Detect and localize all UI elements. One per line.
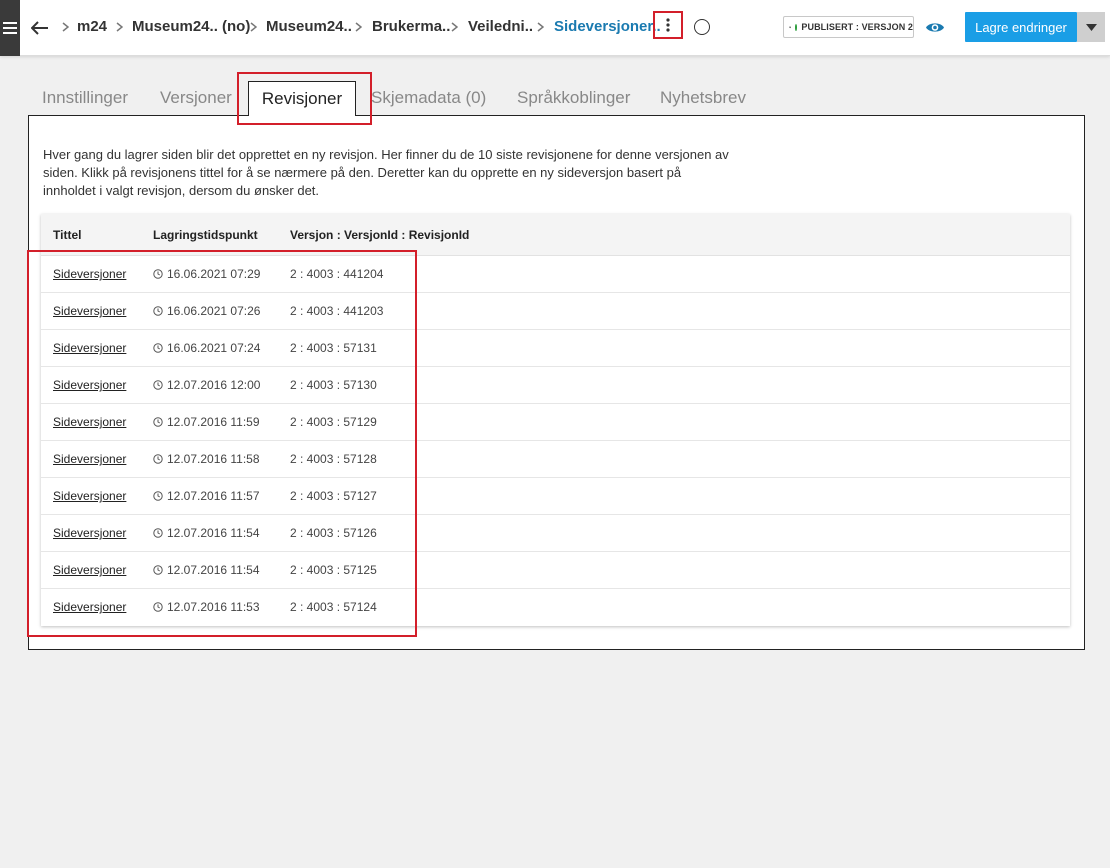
- caret-down-icon: [1085, 23, 1097, 31]
- table-row: Sideversjoner 16.06.2021 07:29 2 : 4003 : …: [41, 256, 1070, 293]
- tab-nyhetsbrev[interactable]: Nyhetsbrev: [660, 88, 746, 108]
- chevron-right-icon: [449, 19, 459, 35]
- revision-time: 12.07.2016 11:59: [153, 415, 260, 429]
- revision-time: 12.07.2016 11:58: [153, 452, 260, 466]
- revision-time: 16.06.2021 07:26: [153, 304, 260, 318]
- table-row: Sideversjoner 12.07.2016 11:59 2 : 4003 : …: [41, 404, 1070, 441]
- revision-version-id: 2 : 4003 : 57130: [290, 378, 377, 392]
- clock-icon: [153, 380, 163, 390]
- revision-version-id: 2 : 4003 : 57126: [290, 526, 377, 540]
- table-row: Sideversjoner 12.07.2016 12:00 2 : 4003 : …: [41, 367, 1070, 404]
- revision-title-link[interactable]: Sideversjoner: [53, 563, 126, 577]
- revision-time-value: 12.07.2016 11:58: [167, 452, 260, 466]
- save-options-dropdown-button[interactable]: [1077, 12, 1105, 42]
- revision-time-value: 16.06.2021 07:24: [167, 341, 261, 355]
- chevron-right-icon: [60, 19, 70, 35]
- eye-preview-icon[interactable]: [922, 16, 948, 38]
- clock-icon: [153, 602, 163, 612]
- clock-icon: [153, 269, 163, 279]
- top-bar: m24 Museum24.. (no) Museum24.. Brukerma.…: [0, 0, 1110, 56]
- revision-time-value: 16.06.2021 07:26: [167, 304, 261, 318]
- publish-status-label: PUBLISERT : VERSJON 2: [801, 22, 913, 32]
- revision-time: 12.07.2016 11:54: [153, 526, 260, 540]
- table-row: Sideversjoner 12.07.2016 11:54 2 : 4003 : …: [41, 515, 1070, 552]
- revision-version-id: 2 : 4003 : 57127: [290, 489, 377, 503]
- revisions-table: Tittel Lagringstidspunkt Versjon : Versj…: [41, 214, 1070, 626]
- revision-time-value: 12.07.2016 11:59: [167, 415, 260, 429]
- revision-version-id: 2 : 4003 : 57124: [290, 600, 377, 614]
- table-row: Sideversjoner 12.07.2016 11:54 2 : 4003 : …: [41, 552, 1070, 589]
- revision-title-link[interactable]: Sideversjoner: [53, 378, 126, 392]
- chevron-right-icon: [114, 19, 124, 35]
- chevron-right-icon: [535, 19, 545, 35]
- revision-time: 12.07.2016 12:00: [153, 378, 260, 392]
- clock-icon: [153, 417, 163, 427]
- revision-time-value: 12.07.2016 11:54: [167, 526, 260, 540]
- revision-version-id: 2 : 4003 : 57128: [290, 452, 377, 466]
- breadcrumb-item[interactable]: Museum24.. (no): [132, 18, 250, 36]
- clock-icon: [153, 491, 163, 501]
- revision-version-id: 2 : 4003 : 57125: [290, 563, 377, 577]
- tab-sprakkoblinger[interactable]: Språkkoblinger: [517, 88, 630, 108]
- save-changes-button[interactable]: Lagre endringer: [965, 12, 1077, 42]
- table-row: Sideversjoner 12.07.2016 11:57 2 : 4003 : …: [41, 478, 1070, 515]
- revision-title-link[interactable]: Sideversjoner: [53, 526, 126, 540]
- intro-text: Hver gang du lagrer siden blir det oppre…: [43, 147, 729, 198]
- clock-icon: [153, 306, 163, 316]
- column-header-version: Versjon : VersjonId : RevisjonId: [290, 228, 470, 242]
- chevron-right-icon: [353, 19, 363, 35]
- revision-version-id: 2 : 4003 : 441203: [290, 304, 384, 318]
- clock-icon: [153, 454, 163, 464]
- publish-status-select[interactable]: PUBLISERT : VERSJON 2: [783, 16, 914, 38]
- breadcrumb-item[interactable]: m24: [77, 18, 107, 36]
- chevron-right-icon: [248, 19, 258, 35]
- published-status-dot: [795, 23, 798, 31]
- caret-down-icon: [789, 26, 792, 28]
- table-row: Sideversjoner 12.07.2016 11:58 2 : 4003 : …: [41, 441, 1070, 478]
- breadcrumb-item[interactable]: Veiledni..: [468, 18, 533, 36]
- revision-version-id: 2 : 4003 : 57131: [290, 341, 377, 355]
- breadcrumb-item[interactable]: Brukerma..: [372, 18, 450, 36]
- tab-innstillinger[interactable]: Innstillinger: [42, 88, 128, 108]
- revision-time-value: 16.06.2021 07:29: [167, 267, 261, 281]
- revision-time: 16.06.2021 07:29: [153, 267, 260, 281]
- revision-title-link[interactable]: Sideversjoner: [53, 600, 126, 614]
- revision-time-value: 12.07.2016 11:53: [167, 600, 260, 614]
- revision-title-link[interactable]: Sideversjoner: [53, 452, 126, 466]
- tab-skjemadata[interactable]: Skjemadata (0): [371, 88, 486, 108]
- clock-icon: [153, 343, 163, 353]
- arrow-left-icon[interactable]: [28, 14, 52, 42]
- revisions-panel: Hver gang du lagrer siden blir det oppre…: [28, 115, 1085, 650]
- clock-icon: [153, 565, 163, 575]
- clock-icon: [153, 528, 163, 538]
- tab-revisjoner[interactable]: Revisjoner: [248, 81, 356, 116]
- revision-version-id: 2 : 4003 : 57129: [290, 415, 377, 429]
- table-row: Sideversjoner 16.06.2021 07:26 2 : 4003 : …: [41, 293, 1070, 330]
- revision-time-value: 12.07.2016 12:00: [167, 378, 261, 392]
- table-row: Sideversjoner 16.06.2021 07:24 2 : 4003 : …: [41, 330, 1070, 367]
- revision-time: 12.07.2016 11:54: [153, 563, 260, 577]
- revision-version-id: 2 : 4003 : 441204: [290, 267, 384, 281]
- revision-title-link[interactable]: Sideversjoner: [53, 415, 126, 429]
- revision-title-link[interactable]: Sideversjoner: [53, 267, 126, 281]
- breadcrumb-item[interactable]: Museum24..: [266, 18, 352, 36]
- revision-time-value: 12.07.2016 11:54: [167, 563, 260, 577]
- revision-time: 12.07.2016 11:57: [153, 489, 260, 503]
- more-options-icon[interactable]: [653, 11, 683, 39]
- revision-title-link[interactable]: Sideversjoner: [53, 341, 126, 355]
- circle-status-icon[interactable]: [694, 19, 710, 35]
- tab-versjoner[interactable]: Versjoner: [160, 88, 232, 108]
- revision-time: 12.07.2016 11:53: [153, 600, 260, 614]
- column-header-title: Tittel: [53, 228, 82, 242]
- revision-time: 16.06.2021 07:24: [153, 341, 260, 355]
- table-row: Sideversjoner 12.07.2016 11:53 2 : 4003 : …: [41, 589, 1070, 626]
- column-header-time: Lagringstidspunkt: [153, 228, 258, 242]
- breadcrumb-current: Sideversjoner..: [554, 18, 661, 35]
- table-header: Tittel Lagringstidspunkt Versjon : Versj…: [41, 214, 1070, 256]
- hamburger-menu-icon[interactable]: [0, 0, 20, 56]
- revision-title-link[interactable]: Sideversjoner: [53, 304, 126, 318]
- revision-time-value: 12.07.2016 11:57: [167, 489, 260, 503]
- revision-title-link[interactable]: Sideversjoner: [53, 489, 126, 503]
